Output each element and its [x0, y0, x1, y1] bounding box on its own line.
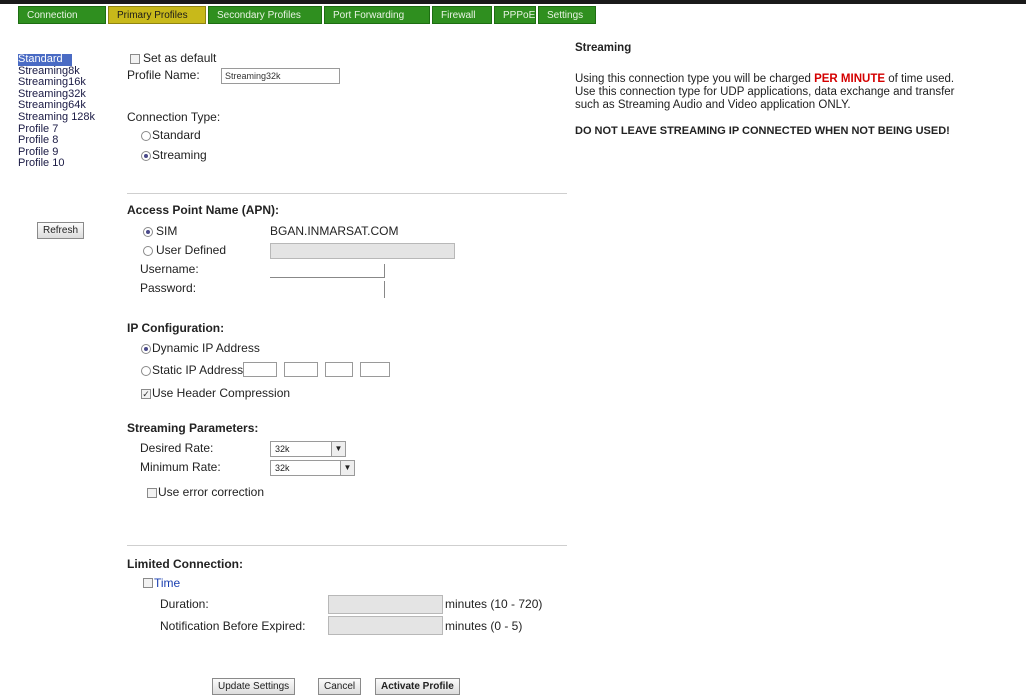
- static-ip-label: Static IP Address: [152, 363, 244, 377]
- sim-label: SIM: [156, 224, 178, 238]
- error-correction-checkbox[interactable]: [147, 488, 157, 498]
- desired-rate-select[interactable]: 32k ▼: [270, 441, 346, 457]
- divider: [127, 193, 567, 194]
- apn-heading: Access Point Name (APN):: [127, 203, 280, 217]
- time-checkbox[interactable]: [143, 578, 153, 588]
- error-correction-label: Use error correction: [158, 485, 265, 499]
- standard-radio[interactable]: [141, 131, 151, 141]
- static-ip-octet-2[interactable]: [284, 362, 318, 377]
- ip-config-heading: IP Configuration:: [127, 321, 225, 335]
- static-ip-octet-1[interactable]: [243, 362, 277, 377]
- sidebar-item-profile10[interactable]: Profile 10: [18, 158, 88, 170]
- password-label: Password:: [140, 281, 197, 295]
- profile-name-field[interactable]: Streaming32k: [221, 68, 340, 84]
- activate-profile-button[interactable]: Activate Profile: [375, 678, 460, 695]
- per-minute-highlight: PER MINUTE: [814, 73, 886, 85]
- divider: [127, 545, 567, 546]
- connection-type-label: Connection Type:: [127, 110, 221, 124]
- sidebar-item-profile8[interactable]: Profile 8: [18, 135, 88, 147]
- username-field[interactable]: [270, 264, 385, 278]
- user-defined-radio[interactable]: [143, 246, 153, 256]
- duration-label: Duration:: [160, 597, 209, 611]
- username-label: Username:: [140, 262, 199, 276]
- profile-name-label: Profile Name:: [127, 68, 200, 82]
- info-warning: DO NOT LEAVE STREAMING IP CONNECTED WHEN…: [575, 125, 950, 137]
- duration-units: minutes (10 - 720): [445, 597, 543, 611]
- sim-radio[interactable]: [143, 227, 153, 237]
- chevron-down-icon: ▼: [331, 442, 345, 456]
- info-line-1: Using this connection type you will be c…: [575, 73, 954, 85]
- info-title: Streaming: [575, 42, 632, 54]
- limited-connection-heading: Limited Connection:: [127, 557, 243, 571]
- chevron-down-icon: ▼: [340, 461, 354, 475]
- info-line-1-post: of time used.: [888, 73, 955, 85]
- minimum-rate-value: 32k: [275, 463, 290, 473]
- notification-units: minutes (0 - 5): [445, 619, 523, 633]
- static-ip-octet-3[interactable]: [325, 362, 353, 377]
- standard-label: Standard: [152, 128, 201, 142]
- sim-apn-value: BGAN.INMARSAT.COM: [270, 224, 399, 238]
- duration-field[interactable]: [328, 595, 443, 614]
- main-nav: Connection Primary Profiles Secondary Pr…: [18, 6, 598, 26]
- tab-primary-profiles[interactable]: Primary Profiles: [108, 6, 206, 24]
- info-line-3: such as Streaming Audio and Video applic…: [575, 99, 851, 111]
- tab-pppoe[interactable]: PPPoE: [494, 6, 536, 24]
- time-label: Time: [154, 576, 181, 590]
- refresh-button[interactable]: Refresh: [37, 222, 85, 239]
- tab-settings[interactable]: Settings: [538, 6, 596, 24]
- minimum-rate-select[interactable]: 32k ▼: [270, 460, 355, 476]
- static-ip-radio[interactable]: [141, 366, 151, 376]
- set-default-checkbox[interactable]: [130, 54, 140, 64]
- tab-connection[interactable]: Connection: [18, 6, 106, 24]
- desired-rate-label: Desired Rate:: [140, 441, 214, 455]
- desired-rate-value: 32k: [275, 444, 290, 454]
- sidebar-item-standard[interactable]: Standard: [18, 53, 72, 66]
- header-compression-label: Use Header Compression: [152, 386, 291, 400]
- streaming-radio[interactable]: [141, 151, 151, 161]
- streaming-params-heading: Streaming Parameters:: [127, 421, 259, 435]
- cancel-button[interactable]: Cancel: [318, 678, 362, 695]
- tab-secondary-profiles[interactable]: Secondary Profiles: [208, 6, 322, 24]
- info-line-2: Use this connection type for UDP applica…: [575, 86, 955, 98]
- top-border: [0, 0, 1026, 4]
- notification-label: Notification Before Expired:: [160, 619, 306, 633]
- dynamic-ip-radio[interactable]: [141, 344, 151, 354]
- password-field[interactable]: [270, 281, 385, 298]
- profile-list: Standard Streaming8k Streaming16k Stream…: [18, 53, 95, 170]
- notification-field[interactable]: [328, 616, 443, 635]
- streaming-label: Streaming: [152, 148, 207, 162]
- user-defined-label: User Defined: [156, 243, 227, 257]
- user-defined-apn-field[interactable]: [270, 243, 455, 259]
- minimum-rate-label: Minimum Rate:: [140, 460, 221, 474]
- dynamic-ip-label: Dynamic IP Address: [152, 341, 260, 355]
- tab-firewall[interactable]: Firewall: [432, 6, 492, 24]
- header-compression-checkbox[interactable]: ✓: [141, 389, 151, 399]
- set-default-label: Set as default: [143, 51, 217, 65]
- sidebar-item-streaming128k[interactable]: Streaming 128k: [18, 111, 95, 124]
- tab-port-forwarding[interactable]: Port Forwarding: [324, 6, 430, 24]
- static-ip-octet-4[interactable]: [360, 362, 390, 377]
- update-settings-button[interactable]: Update Settings: [212, 678, 296, 695]
- info-line-1-pre: Using this connection type you will be c…: [575, 73, 811, 85]
